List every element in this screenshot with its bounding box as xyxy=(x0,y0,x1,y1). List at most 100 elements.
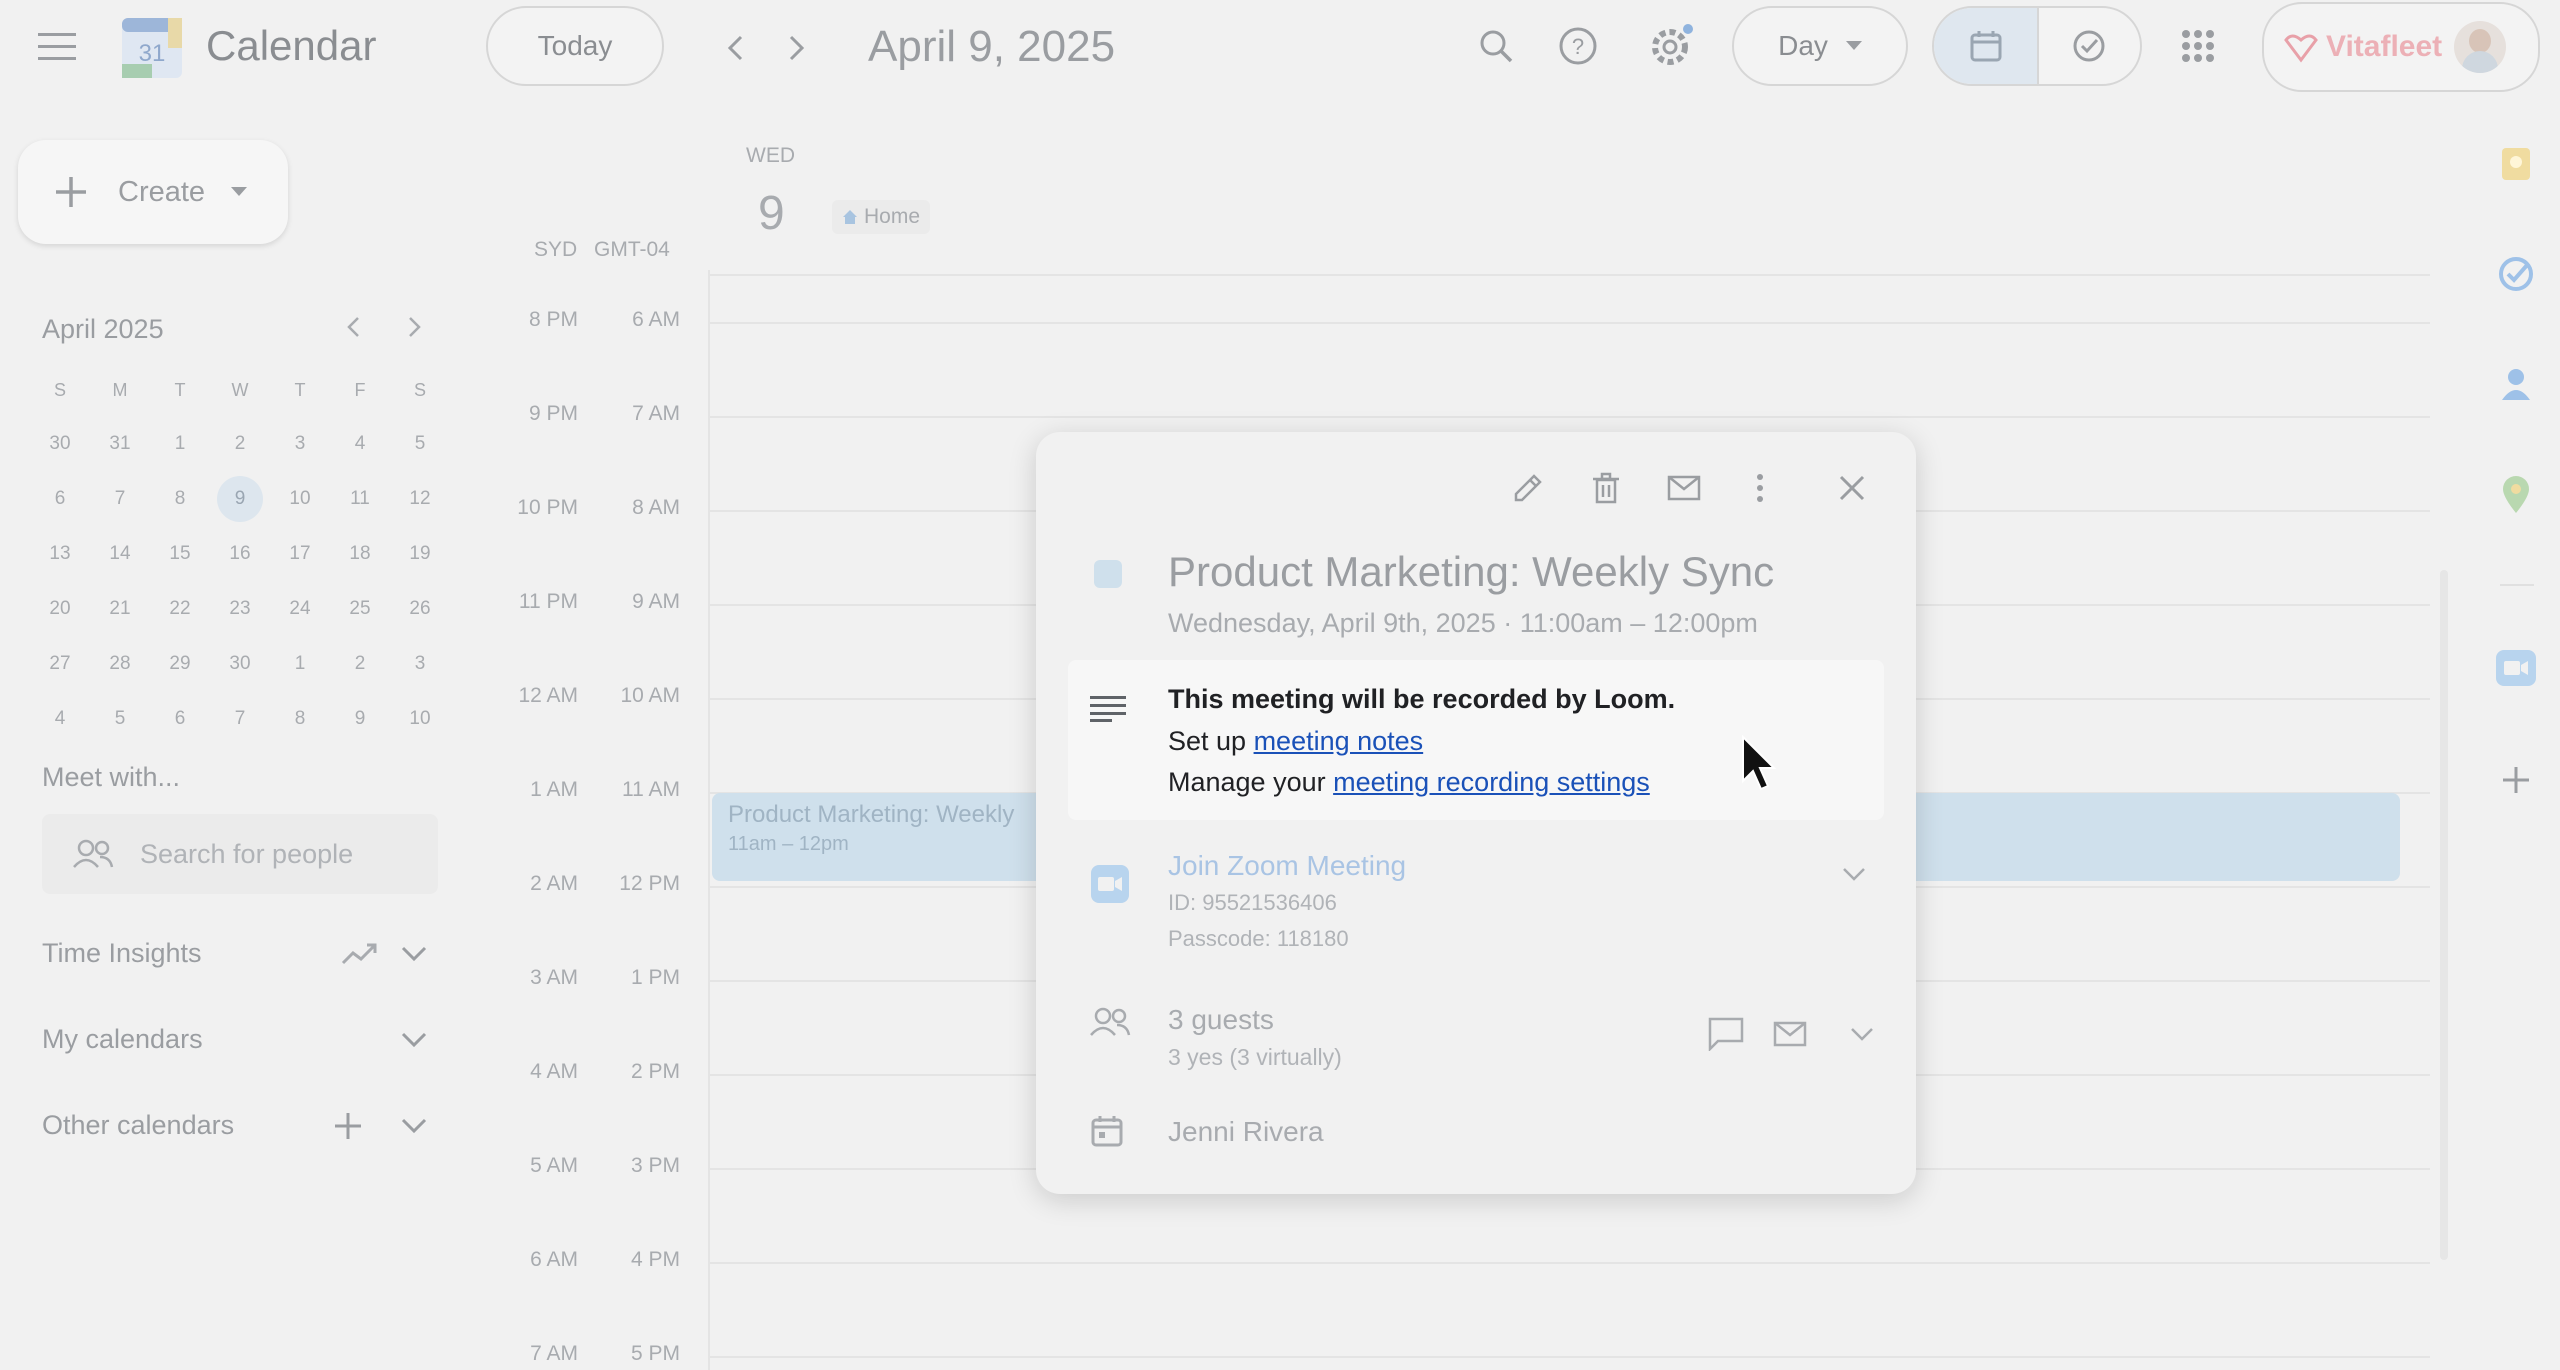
mini-day[interactable]: 21 xyxy=(90,598,150,620)
avatar[interactable] xyxy=(2454,21,2507,73)
keep-icon[interactable] xyxy=(2496,144,2536,184)
mini-day[interactable]: 11 xyxy=(330,488,390,510)
mini-day[interactable]: 9 xyxy=(330,708,390,730)
mini-day[interactable]: 5 xyxy=(390,433,450,455)
other-calendars-label[interactable]: Other calendars xyxy=(42,1110,234,1141)
mini-day[interactable]: 30 xyxy=(210,653,270,675)
calendar-logo-icon[interactable]: 31 xyxy=(120,16,184,80)
mini-day[interactable]: 12 xyxy=(390,488,450,510)
edit-icon[interactable] xyxy=(1506,466,1550,510)
mini-day[interactable]: 7 xyxy=(90,488,150,510)
mini-day[interactable]: 7 xyxy=(210,708,270,730)
app-title: Calendar xyxy=(206,22,377,69)
mini-day[interactable]: 24 xyxy=(270,598,330,620)
mini-day[interactable]: 3 xyxy=(390,653,450,675)
view-selector[interactable]: Day xyxy=(1732,6,1908,86)
mini-day-number: 24 xyxy=(289,597,311,619)
mini-day[interactable]: 2 xyxy=(330,653,390,675)
mini-day[interactable]: 8 xyxy=(150,488,210,510)
my-calendars-chevron-icon[interactable] xyxy=(398,1028,430,1052)
mini-day[interactable]: 3 xyxy=(270,433,330,455)
mini-day[interactable]: 29 xyxy=(150,653,210,675)
location-chip[interactable]: Home xyxy=(832,200,931,234)
mini-day[interactable]: 13 xyxy=(30,543,90,565)
mini-week-row: 20 21 22 23 24 25 26 xyxy=(30,581,450,636)
mini-day-number: 9 xyxy=(354,707,366,729)
mini-day[interactable]: 10 xyxy=(270,488,330,510)
time-label-primary: 1 AM xyxy=(530,778,578,801)
mini-day[interactable]: 1 xyxy=(150,433,210,455)
mini-day[interactable]: 22 xyxy=(150,598,210,620)
mini-day[interactable]: 27 xyxy=(30,653,90,675)
mini-day[interactable]: 25 xyxy=(330,598,390,620)
chevron-left-icon[interactable] xyxy=(718,28,752,68)
my-calendars-label[interactable]: My calendars xyxy=(42,1024,203,1055)
menu-icon[interactable] xyxy=(34,24,80,70)
mini-day[interactable]: 4 xyxy=(30,708,90,730)
mini-day-number: 28 xyxy=(109,652,131,674)
more-options-icon[interactable] xyxy=(1738,466,1782,510)
get-addons-plus-icon[interactable] xyxy=(2496,760,2536,800)
join-zoom-link[interactable]: Join Zoom Meeting xyxy=(1168,850,1406,882)
mini-day[interactable]: 30 xyxy=(30,433,90,455)
meeting-notes-link[interactable]: meeting notes xyxy=(1254,726,1424,756)
mini-day[interactable]: 15 xyxy=(150,543,210,565)
mini-day[interactable]: 10 xyxy=(390,708,450,730)
scrollbar[interactable] xyxy=(2440,570,2448,1260)
mini-day[interactable]: 20 xyxy=(30,598,90,620)
mini-day[interactable]: 26 xyxy=(390,598,450,620)
mini-day[interactable]: 6 xyxy=(30,488,90,510)
tasks-icon[interactable] xyxy=(2496,254,2536,294)
tasks-view-button[interactable] xyxy=(2039,8,2140,84)
apps-grid-icon[interactable] xyxy=(2176,24,2220,68)
meeting-recording-settings-link[interactable]: meeting recording settings xyxy=(1333,767,1650,797)
add-calendar-plus-icon[interactable] xyxy=(330,1108,366,1144)
insights-trend-icon[interactable] xyxy=(340,936,380,972)
today-button[interactable]: Today xyxy=(486,6,664,86)
mini-day[interactable]: 6 xyxy=(150,708,210,730)
mini-day[interactable]: 1 xyxy=(270,653,330,675)
mini-day[interactable]: 2 xyxy=(210,433,270,455)
mini-day[interactable]: 19 xyxy=(390,543,450,565)
email-guests-row-icon[interactable] xyxy=(1770,1016,1810,1052)
mini-day[interactable]: 23 xyxy=(210,598,270,620)
mini-day[interactable]: 4 xyxy=(330,433,390,455)
mini-day[interactable]: 14 xyxy=(90,543,150,565)
description-line2: Set up meeting notes xyxy=(1168,726,1423,757)
mini-day[interactable]: 5 xyxy=(90,708,150,730)
mini-next-month-icon[interactable] xyxy=(408,316,422,338)
contacts-icon[interactable] xyxy=(2496,364,2536,404)
time-insights-label[interactable]: Time Insights xyxy=(42,938,202,969)
email-guests-icon[interactable] xyxy=(1662,466,1706,510)
mini-day[interactable]: 9 xyxy=(210,475,270,522)
delete-icon[interactable] xyxy=(1584,466,1628,510)
time-label-primary: 2 AM xyxy=(530,872,578,895)
mini-day[interactable]: 8 xyxy=(270,708,330,730)
time-label-primary: 4 AM xyxy=(530,1060,578,1083)
create-button[interactable]: Create xyxy=(18,140,288,244)
maps-icon[interactable] xyxy=(2496,474,2536,516)
mini-day[interactable]: 16 xyxy=(210,543,270,565)
mini-prev-month-icon[interactable] xyxy=(346,316,360,338)
calendar-view-button[interactable] xyxy=(1934,8,2037,84)
mini-day[interactable]: 28 xyxy=(90,653,150,675)
zoom-expand-chevron-icon[interactable] xyxy=(1838,862,1870,886)
search-people-input[interactable]: Search for people xyxy=(42,814,438,894)
mini-day[interactable]: 18 xyxy=(330,543,390,565)
calendar-tasks-toggle[interactable] xyxy=(1932,6,2142,86)
account-chip[interactable]: Vitafleet xyxy=(2262,2,2540,92)
zoom-addon-icon[interactable] xyxy=(2494,648,2538,688)
day-number[interactable]: 9 xyxy=(758,186,785,241)
other-calendars-chevron-icon[interactable] xyxy=(398,1114,430,1138)
close-icon[interactable] xyxy=(1830,466,1874,510)
help-icon[interactable]: ? xyxy=(1556,24,1600,68)
mini-day[interactable]: 31 xyxy=(90,433,150,455)
settings-icon[interactable] xyxy=(1644,20,1698,72)
chevron-right-icon[interactable] xyxy=(780,28,814,68)
time-insights-chevron-icon[interactable] xyxy=(398,942,430,966)
mini-day[interactable]: 17 xyxy=(270,543,330,565)
guests-expand-chevron-icon[interactable] xyxy=(1846,1022,1878,1046)
chat-guests-icon[interactable] xyxy=(1706,1014,1746,1054)
zoom-video-icon xyxy=(1090,864,1130,904)
search-icon[interactable] xyxy=(1474,24,1518,68)
